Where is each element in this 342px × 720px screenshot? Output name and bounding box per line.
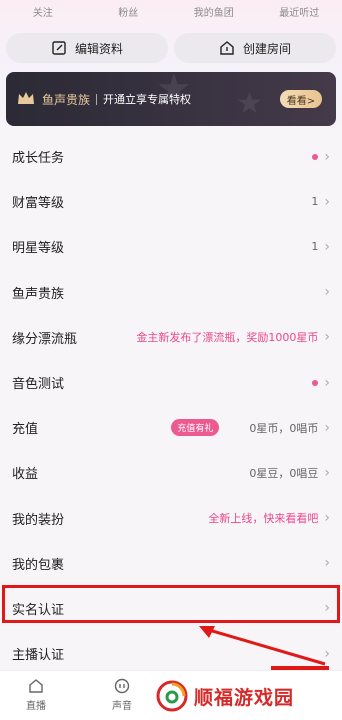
menu-item-label: 充值 (12, 422, 39, 438)
menu-item-recharge[interactable]: 充值 充值有礼 0星币，0唱币 › (0, 405, 342, 450)
nav-sound[interactable]: 声音 (112, 677, 132, 712)
menu-item-label: 音色测试 (12, 377, 65, 393)
chevron-right-icon: › (324, 555, 330, 572)
chevron-right-icon: › (324, 374, 330, 391)
menu-item-label: 成长任务 (12, 151, 65, 167)
stat-fans[interactable]: 粉丝 (86, 4, 172, 19)
crown-icon (18, 92, 34, 104)
menu-item-label: 主播认证 (12, 648, 65, 664)
menu-item-label: 鱼声贵族 (12, 286, 65, 302)
create-room-label: 创建房间 (242, 41, 291, 56)
sound-icon (114, 678, 130, 694)
create-room-button[interactable]: 创建房间 (174, 33, 336, 63)
chevron-right-icon: › (324, 148, 330, 165)
stats-bar: 关注 粉丝 我的鱼团 最近听过 (0, 0, 342, 22)
edit-profile-button[interactable]: 编辑资料 (6, 33, 168, 63)
menu-item-label: 缘分漂流瓶 (12, 331, 78, 347)
nav-sound-label: 声音 (112, 701, 132, 712)
notification-dot (312, 153, 319, 160)
annotation-arrow (199, 626, 329, 670)
menu-item-wealth-level[interactable]: 财富等级 1 › (0, 179, 342, 224)
stat-recent[interactable]: 最近听过 (257, 4, 342, 19)
chevron-right-icon: › (324, 329, 330, 346)
chevron-right-icon: › (324, 284, 330, 301)
menu-item-label: 我的包裹 (12, 557, 65, 573)
chevron-right-icon: › (324, 238, 330, 255)
menu-item-voice-test[interactable]: 音色测试 › (0, 360, 342, 405)
star-decoration: ★ (236, 86, 263, 121)
home-icon (220, 41, 234, 55)
watermark-text: 顺福游戏园 (194, 686, 295, 709)
chevron-right-icon: › (324, 419, 330, 436)
menu-item-drift-bottle[interactable]: 缘分漂流瓶 金主新发布了漂流瓶，奖励1000星币 › (0, 315, 342, 360)
menu-item-value: 1 (311, 240, 319, 254)
action-buttons: 编辑资料 创建房间 (6, 33, 336, 63)
star-decoration: ★ (156, 72, 192, 112)
chevron-right-icon: › (324, 464, 330, 481)
menu-item-my-package[interactable]: 我的包裹 › (0, 541, 342, 586)
highlight-box (2, 585, 340, 623)
menu-item-promo: 全新上线，快来看看吧 (208, 512, 319, 526)
home-icon (29, 679, 43, 693)
watermark-logo: 顺福游戏园 (148, 676, 338, 716)
menu-item-my-outfit[interactable]: 我的装扮 全新上线，快来看看吧 › (0, 496, 342, 541)
vip-banner[interactable]: ★ ★ 鱼声贵族 开通立享专属特权 看看> (6, 72, 336, 126)
stat-following[interactable]: 关注 (0, 4, 86, 19)
menu-item-star-level[interactable]: 明星等级 1 › (0, 224, 342, 269)
menu-item-label: 明星等级 (12, 241, 65, 257)
stat-my-group[interactable]: 我的鱼团 (171, 4, 257, 19)
menu-item-value: 0星豆，0唱豆 (249, 466, 319, 480)
chevron-right-icon: › (324, 510, 330, 527)
notification-dot (312, 379, 319, 386)
menu-item-label: 我的装扮 (12, 512, 65, 528)
nav-live-label: 直播 (26, 701, 46, 712)
vip-view-button[interactable]: 看看> (280, 90, 322, 108)
nav-live[interactable]: 直播 (26, 677, 46, 712)
menu-item-promo: 金主新发布了漂流瓶，奖励1000星币 (136, 331, 319, 345)
menu-item-value: 0星币，0唱币 (249, 421, 319, 435)
menu-item-growth-tasks[interactable]: 成长任务 › (0, 134, 342, 179)
menu-item-label: 收益 (12, 467, 39, 483)
vip-divider (96, 93, 98, 105)
edit-profile-label: 编辑资料 (74, 41, 123, 56)
menu-item-label: 财富等级 (12, 196, 65, 212)
edit-icon (52, 41, 66, 55)
menu-item-value: 1 (311, 195, 319, 209)
watermark-icon (156, 680, 188, 712)
recharge-badge: 充值有礼 (171, 419, 220, 437)
menu-item-nobility[interactable]: 鱼声贵族 › (0, 270, 342, 315)
chevron-right-icon: › (324, 193, 330, 210)
menu-item-earnings[interactable]: 收益 0星豆，0唱豆 › (0, 450, 342, 495)
vip-title: 鱼声贵族 (42, 92, 91, 107)
